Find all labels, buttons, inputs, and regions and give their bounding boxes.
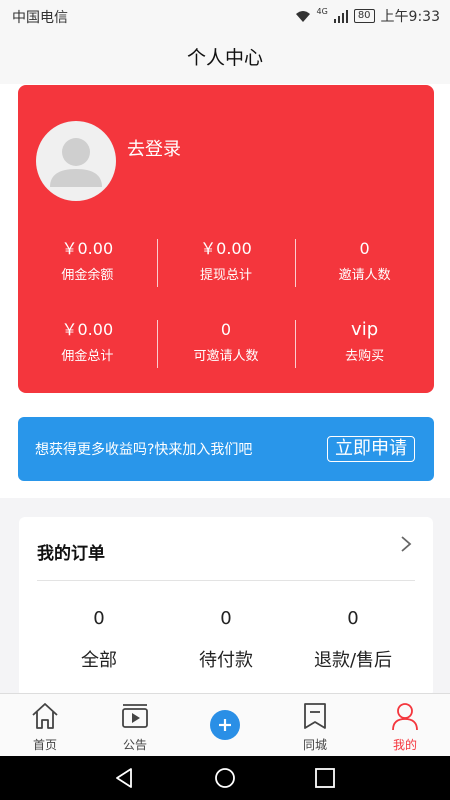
stat-label: 可邀请人数 [193,349,259,364]
tab-home[interactable]: 首页 [0,694,90,756]
chevron-right-icon[interactable] [396,534,416,554]
stat-invite-count[interactable]: 0 邀请人数 [295,237,434,287]
order-label: 待付款 [199,650,253,671]
bottom-tab-bar: 首页 公告 同城 我的 [0,693,450,756]
tab-label: 同城 [302,738,327,752]
order-pending-payment[interactable]: 0 待付款 [166,607,286,673]
stat-value: ￥0.00 [61,239,114,258]
status-icons: 4G 80 上午9:33 [295,6,440,26]
page-title: 个人中心 [186,47,263,69]
stat-label: 去购买 [345,349,385,364]
profile-card: 去登录 ￥0.00 佣金余额 ￥0.00 提现总计 0 邀请人数 ￥0.00 佣… [18,85,434,393]
stats-row-1: ￥0.00 佣金余额 ￥0.00 提现总计 0 邀请人数 [18,237,434,287]
home-icon [32,703,58,729]
stat-value: 0 [359,239,370,258]
wifi-icon [295,11,310,22]
order-count: 0 [347,608,359,629]
recents-icon[interactable] [314,767,336,789]
stat-value: 0 [220,320,232,339]
divider [37,580,415,581]
tab-publish[interactable] [180,694,270,756]
stat-label: 邀请人数 [338,268,391,283]
order-label: 全部 [81,650,117,671]
tab-label: 公告 [122,738,147,752]
signal-icon [333,10,348,23]
stat-label: 佣金总计 [61,349,114,364]
stat-available-invites[interactable]: 0 可邀请人数 [156,318,296,368]
order-all[interactable]: 0 全部 [39,607,159,673]
stat-commission-balance[interactable]: ￥0.00 佣金余额 [18,237,157,287]
main-content: 去登录 ￥0.00 佣金余额 ￥0.00 提现总计 0 邀请人数 ￥0.00 佣… [0,84,450,697]
back-icon[interactable] [113,767,135,789]
order-refund[interactable]: 0 退款/售后 [293,607,413,673]
status-bar: 中国电信 4G 80 上午9:33 [0,0,450,32]
person-icon [392,703,418,731]
order-label: 退款/售后 [313,650,393,671]
stat-withdraw-total[interactable]: ￥0.00 提现总计 [156,237,296,287]
video-icon [122,704,148,728]
default-avatar-icon [50,138,102,187]
stat-commission-total[interactable]: ￥0.00 佣金总计 [18,318,157,368]
tab-announcements[interactable]: 公告 [90,694,180,756]
clock: 上午9:33 [380,9,440,25]
network-type: 4G [316,6,328,16]
promo-banner: 想获得更多收益吗?快来加入我们吧 立即申请 [18,417,434,481]
order-count: 0 [93,608,105,629]
battery-icon: 80 [353,9,375,23]
apply-button[interactable]: 立即申请 [327,436,415,462]
stat-vip-purchase[interactable]: vip 去购买 [295,318,434,368]
orders-title: 我的订单 [37,544,105,564]
tab-label: 我的 [392,738,417,752]
login-link[interactable]: 去登录 [127,135,181,161]
stat-value: ￥0.00 [61,320,114,339]
plus-button[interactable] [210,710,240,740]
orders-card: 我的订单 0 全部 0 待付款 0 退款/售后 [19,517,433,697]
plus-icon [219,719,231,731]
stat-value: ￥0.00 [200,239,252,258]
tab-mine[interactable]: 我的 [360,694,450,756]
tab-local[interactable]: 同城 [270,694,360,756]
header: 个人中心 [0,32,450,84]
home-circle-icon[interactable] [214,767,236,789]
stats-row-2: ￥0.00 佣金总计 0 可邀请人数 vip 去购买 [18,318,434,368]
order-count: 0 [220,608,232,629]
promo-text: 想获得更多收益吗?快来加入我们吧 [35,442,253,458]
carrier-name: 中国电信 [12,10,68,26]
tab-label: 首页 [32,738,57,752]
system-navigation-bar [0,756,450,800]
stat-label: 提现总计 [199,268,252,283]
bookmark-icon [304,703,326,729]
avatar[interactable] [36,121,116,201]
stat-value: vip [351,319,379,340]
stat-label: 佣金余额 [61,268,114,283]
